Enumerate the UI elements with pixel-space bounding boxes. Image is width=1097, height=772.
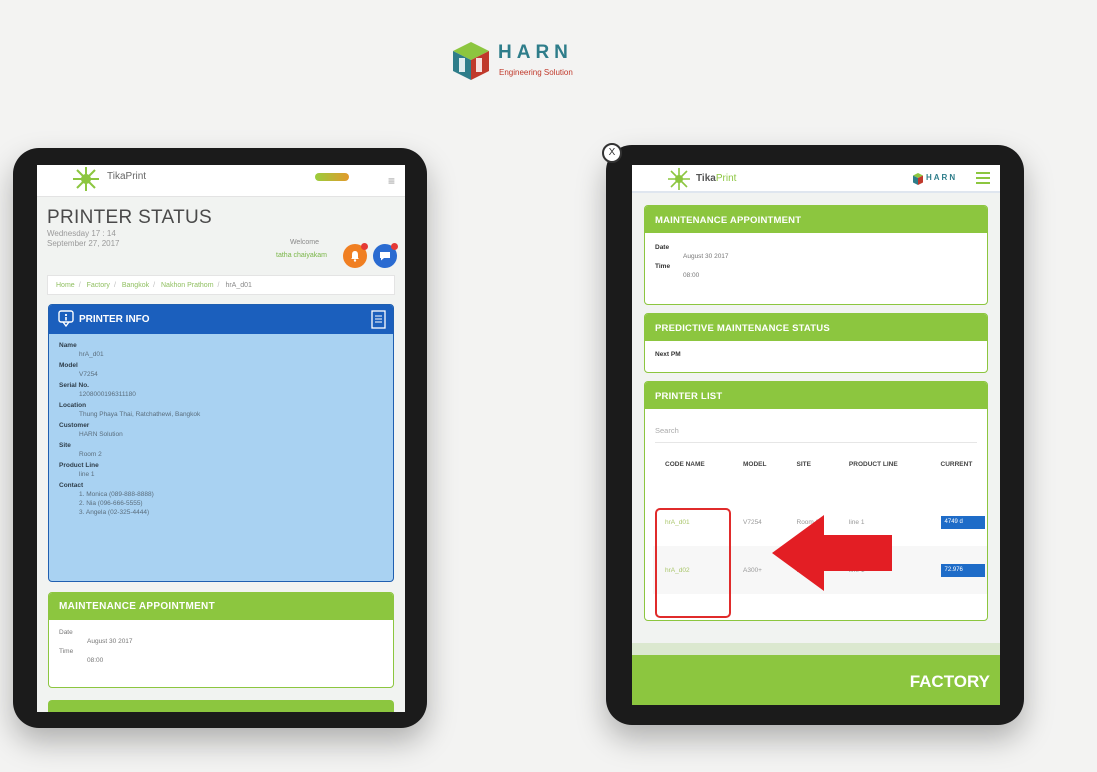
brand-name: HARN [498,42,573,63]
tikaprint-logo-icon[interactable] [67,167,105,191]
date-label: Date [59,629,73,636]
column-header[interactable]: SITE [785,461,837,498]
document-icon[interactable] [370,310,387,329]
time-label: Time [59,648,74,655]
close-button[interactable]: X [602,143,622,163]
field-label-customer: Customer [59,422,90,429]
field-label-name: Name [59,342,77,349]
field-value-product-line: line 1 [79,471,95,478]
date-value: August 30 2017 [87,638,133,645]
brand-tagline: Engineering Solution [499,68,573,77]
column-header[interactable]: PRODUCT LINE [837,461,929,498]
current-badge: 4749 d [940,515,985,529]
field-value-model: V7254 [79,371,98,378]
date-full: September 27, 2017 [47,239,120,248]
field-value-customer: HARN Solution [79,431,123,438]
right-tablet: TikaPrint HARN MAINTENANCE APPOINTMENT D… [602,143,1024,725]
app-name: TikaPrint [107,171,147,182]
printer-info-card: PRINTER INFO Name hrA_d01 Model V7254 Se… [48,304,394,582]
breadcrumb-home[interactable]: Home [56,282,75,289]
maintenance-card: MAINTENANCE APPOINTMENT Date August 30 2… [644,205,988,305]
maintenance-title: MAINTENANCE APPOINTMENT [49,593,393,620]
printer-info-header: PRINTER INFO [49,305,393,334]
chat-button[interactable] [373,243,398,268]
field-value-name: hrA_d01 [79,351,104,358]
field-value-location: Thung Phaya Thai, Ratchathewi, Bangkok [79,411,201,418]
next-pm-label: Next PM [655,351,681,358]
app-name: TikaPrint [696,173,736,184]
factory-label: FACTORY [909,672,990,691]
welcome-label: Welcome [289,239,319,246]
footer-divider [632,643,1000,655]
maintenance-body: Date August 30 2017 Time 08:00 [49,620,393,674]
highlight-box [655,508,731,618]
left-tablet: TikaPrint ≡ PRINTER STATUS Wednesday 17 … [13,148,427,728]
date-time: Wednesday 17 : 14 [47,229,116,238]
tikaprint-logo-icon[interactable] [666,168,692,190]
current-badge: 72.976 [940,563,985,577]
page-title: PRINTER STATUS [47,207,213,228]
right-screen: TikaPrint HARN MAINTENANCE APPOINTMENT D… [632,165,1000,705]
page-header: PRINTER STATUS Wednesday 17 : 14 Septemb… [37,197,405,271]
column-header[interactable]: MODEL [731,461,785,498]
contact-item: 2. Nia (096-666-5555) [79,500,143,507]
time-label: Time [655,263,671,270]
field-label-serial: Serial No. [59,382,89,389]
predictive-maintenance-card: PREDICTIVE MAINTENANCE STATUS Next PM [644,313,988,373]
maintenance-body: Date August 30 2017 Time 08:00 [645,233,987,291]
breadcrumb: Home / Factory / Bangkok / Nakhon Prathom / … [47,275,395,295]
next-card-header [48,700,394,712]
printer-info-body: Name hrA_d01 Model V7254 Serial No. 1208… [49,334,393,526]
user-name[interactable]: tatha chaiyakam [276,252,327,259]
status-indicator [315,173,349,181]
field-value-serial: 1208000196311180 [79,391,136,398]
menu-icon[interactable] [976,172,990,184]
harn-cube-icon [453,42,489,80]
field-label-location: Location [59,402,87,409]
printer-info-title: PRINTER INFO [79,314,150,325]
notification-button[interactable] [343,243,368,268]
left-topbar: TikaPrint ≡ [37,165,405,197]
info-icon [58,310,74,328]
left-screen: TikaPrint ≡ PRINTER STATUS Wednesday 17 … [37,165,405,712]
maintenance-card: MAINTENANCE APPOINTMENT Date August 30 2… [48,592,394,688]
breadcrumb-city[interactable]: Bangkok [122,282,149,289]
menu-icon[interactable]: ≡ [388,174,395,188]
chat-icon [380,252,390,261]
date-value: August 30 2017 [683,253,729,260]
search-input[interactable]: Search [655,417,977,443]
date-label: Date [655,244,670,251]
printer-list-title: PRINTER LIST [645,382,987,409]
field-label-product-line: Product Line [59,462,99,469]
table-header-row: CODE NAME MODEL SITE PRODUCT LINE CURREN… [653,461,987,498]
right-topbar: TikaPrint HARN [632,165,1000,193]
factory-footer[interactable]: FACTORY [632,655,1000,705]
column-header[interactable]: CURRENT [929,461,987,498]
cell-current: 4749 d [929,498,987,546]
harn-small-text: HARN [926,173,958,182]
notification-icon [351,251,359,262]
maintenance-title: MAINTENANCE APPOINTMENT [645,206,987,233]
predictive-title: PREDICTIVE MAINTENANCE STATUS [645,314,987,341]
breadcrumb-current: hrA_d01 [225,282,252,289]
harn-logo: HARN Engineering Solution [450,40,600,85]
notification-badge [361,243,368,250]
predictive-body: Next PM [645,341,987,368]
breadcrumb-factory[interactable]: Factory [87,282,110,289]
red-arrow-icon [772,515,892,591]
cell-current: 72.976 [928,546,987,594]
breadcrumb-area[interactable]: Nakhon Prathom [161,282,214,289]
field-value-site: Room 2 [79,451,102,458]
time-value: 08:00 [87,657,104,664]
time-value: 08:00 [683,272,700,279]
field-label-site: Site [59,442,71,449]
column-header[interactable]: CODE NAME [653,461,731,498]
chat-badge [391,243,398,250]
field-label-model: Model [59,362,78,369]
contact-item: 1. Monica (089-888-8888) [79,491,154,498]
contact-item: 3. Angela (02-325-4444) [79,509,150,516]
app-name-main: Tika [696,173,716,184]
field-label-contact: Contact [59,482,84,489]
app-name-accent: Print [715,173,737,184]
